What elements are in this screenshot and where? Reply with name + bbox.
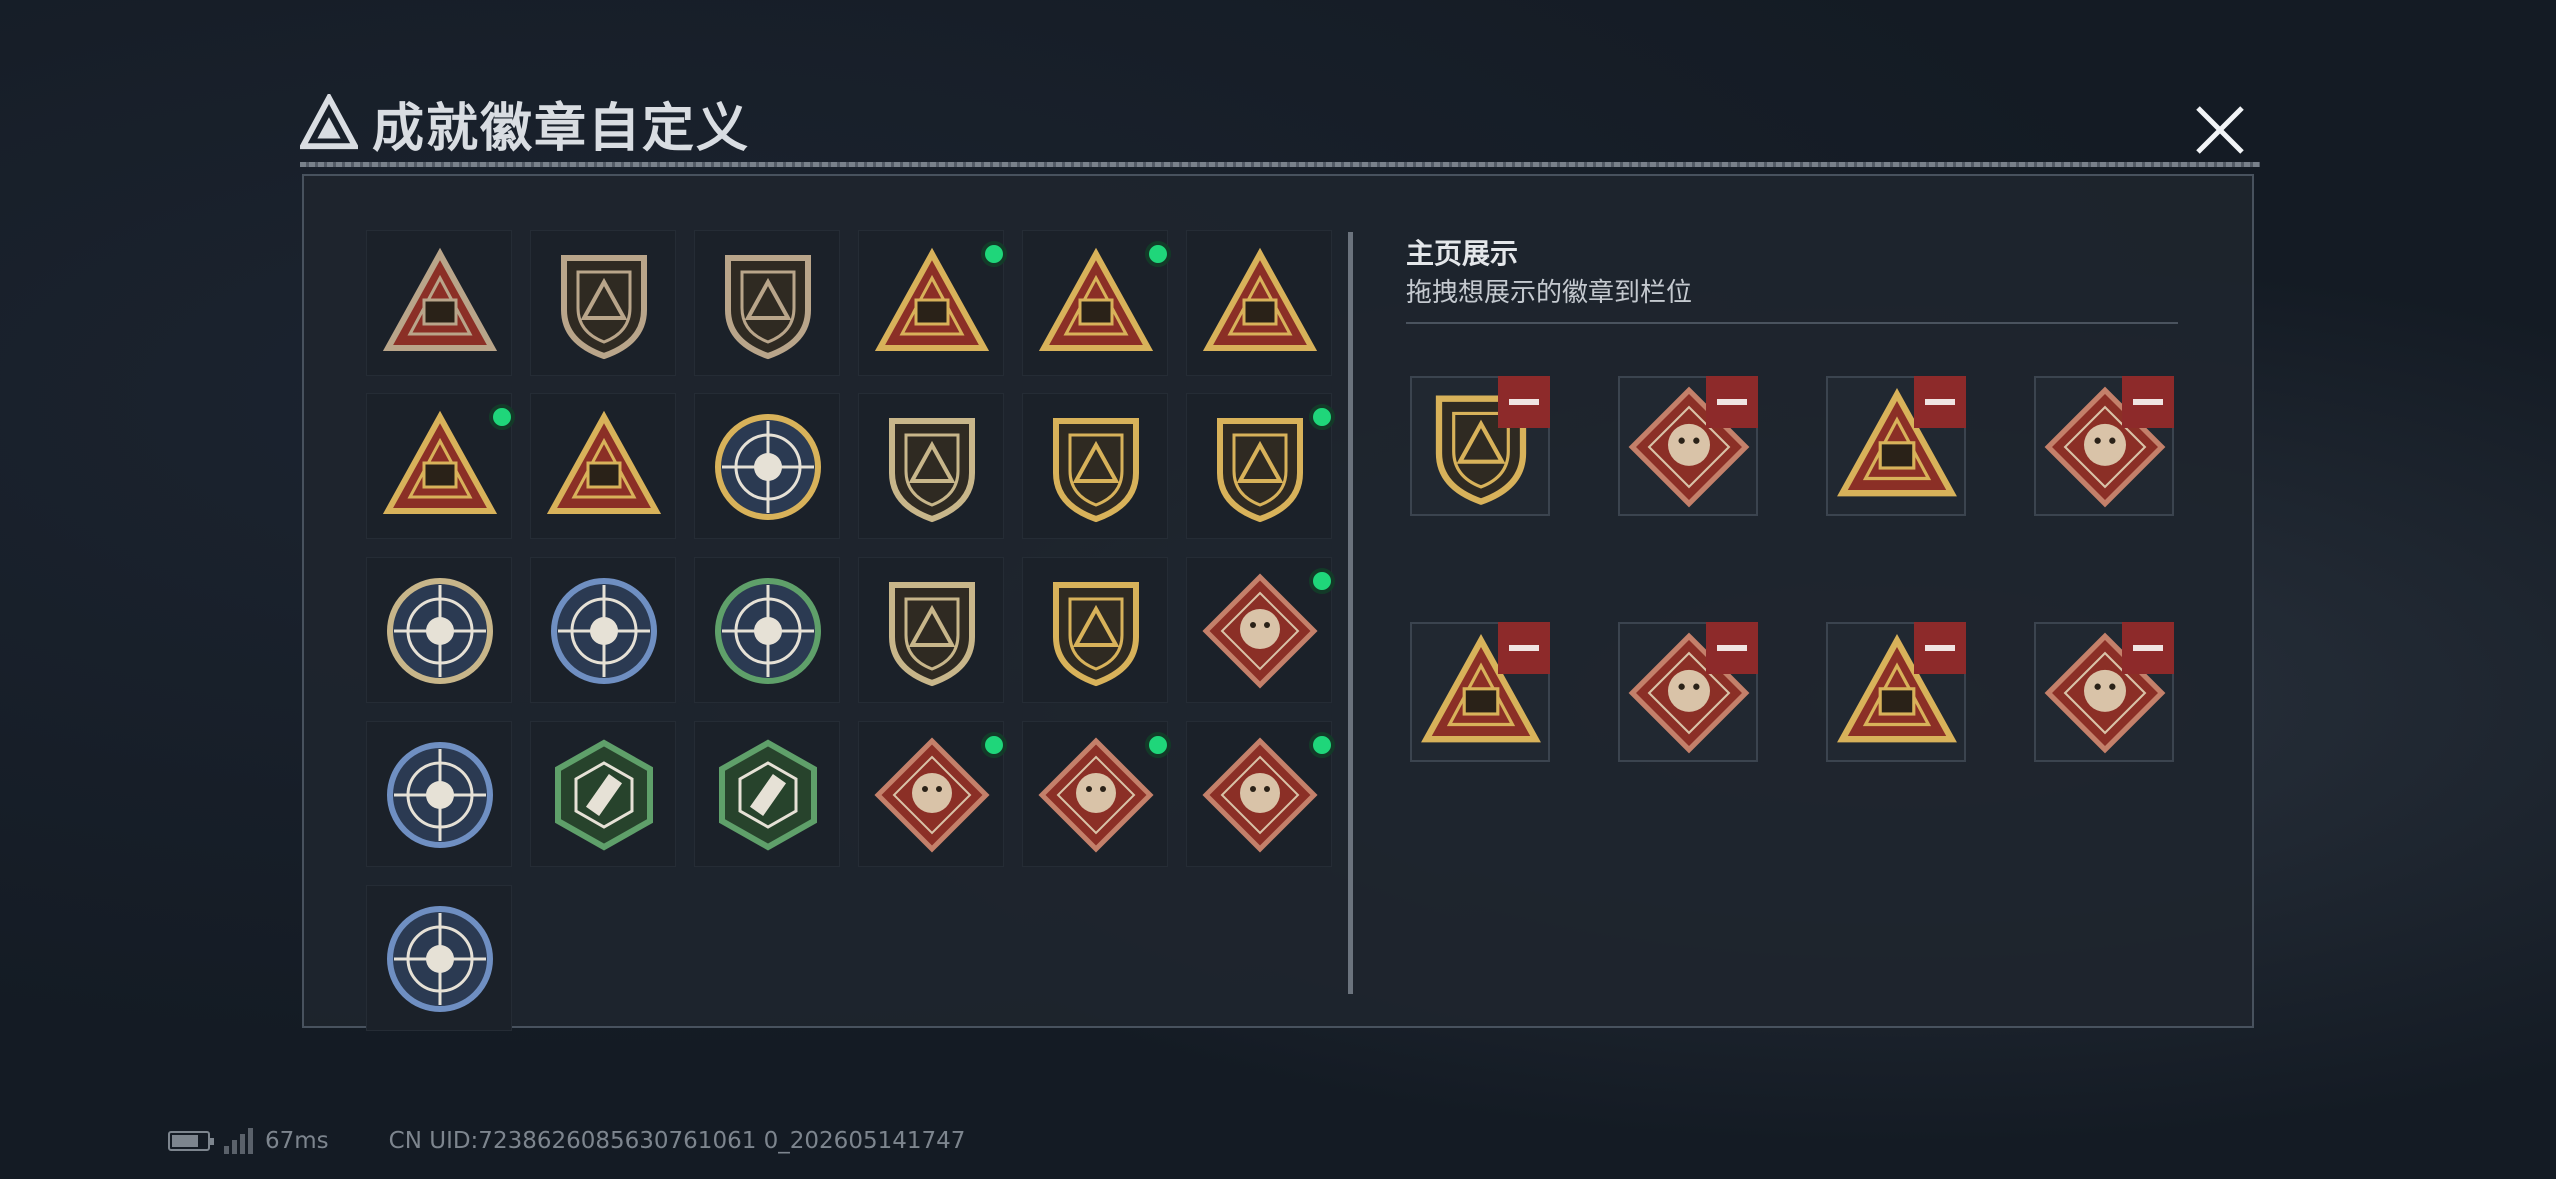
page-title: 成就徽章自定义	[372, 98, 751, 159]
new-indicator-dot	[1309, 404, 1335, 430]
badge-tile[interactable]	[1022, 393, 1168, 539]
badge-tile[interactable]	[366, 393, 515, 539]
showcase-slot[interactable]	[1618, 376, 1758, 516]
squad-triangle-badge-icon	[546, 410, 662, 514]
soldier-crosshair-badge-icon	[387, 578, 493, 684]
sniper-shield-badge-icon	[1053, 582, 1139, 687]
s8-season-triangle-badge-icon	[1038, 247, 1154, 351]
remove-badge-button[interactable]	[1498, 376, 1550, 428]
badge-tile[interactable]	[1186, 393, 1335, 539]
badge-tile[interactable]	[694, 721, 840, 867]
remove-badge-button[interactable]	[1914, 622, 1966, 674]
panel-divider	[1348, 232, 1353, 994]
remove-badge-button[interactable]	[1706, 622, 1758, 674]
showcase-subtitle: 拖拽想展示的徽章到栏位	[1406, 278, 1693, 308]
badge-tile[interactable]	[858, 557, 1004, 703]
helicopter-shield-badge-icon	[561, 255, 647, 360]
wasp-hexagon-badge-icon	[555, 739, 653, 851]
wolf-diamond-badge-icon	[1202, 573, 1318, 689]
remove-badge-button[interactable]	[1706, 376, 1758, 428]
showcase-slot[interactable]	[1826, 376, 1966, 516]
badge-tile[interactable]	[530, 230, 676, 376]
showcase-slot[interactable]	[1410, 622, 1550, 762]
new-indicator-dot	[1309, 732, 1335, 758]
rifle-shield-badge-icon	[889, 582, 975, 687]
badge-tile[interactable]	[858, 721, 1007, 867]
badge-tile[interactable]	[366, 557, 512, 703]
badge-tile[interactable]	[530, 557, 676, 703]
number-one-triangle-badge-icon	[1202, 247, 1318, 351]
title-bar: 成就徽章自定义	[300, 88, 751, 159]
showcase-slot[interactable]	[1410, 376, 1550, 516]
new-indicator-dot	[489, 404, 515, 430]
showcase-slot[interactable]	[2034, 622, 2174, 762]
remove-badge-button[interactable]	[2122, 622, 2174, 674]
badge-tile[interactable]	[858, 393, 1004, 539]
new-indicator-dot	[1145, 732, 1171, 758]
ping-text: 67ms	[265, 1128, 329, 1154]
new-indicator-dot	[1309, 568, 1335, 594]
close-icon	[2196, 106, 2244, 154]
new-indicator-dot	[1145, 241, 1171, 267]
s4-season-triangle-badge-icon	[874, 247, 990, 351]
dragon-diamond-badge-icon	[1038, 737, 1154, 853]
badge-tile[interactable]	[858, 230, 1007, 376]
remove-badge-button[interactable]	[1914, 376, 1966, 428]
runner-diamond-badge-icon	[1202, 737, 1318, 853]
eagle-round-badge-icon	[387, 742, 493, 848]
delta-logo-icon	[300, 94, 358, 150]
gem-shield-badge-icon	[1217, 418, 1303, 523]
badge-tile[interactable]	[694, 393, 840, 539]
rifle-crosshair-green-badge-icon	[715, 578, 821, 684]
showcase-divider	[1406, 322, 2178, 324]
signal-icon	[224, 1128, 253, 1154]
operator-triangle-badge-icon	[382, 410, 498, 514]
badge-tile[interactable]	[1186, 230, 1332, 376]
showcase-slot[interactable]	[1618, 622, 1758, 762]
badge-tile[interactable]	[530, 721, 676, 867]
battery-icon	[168, 1131, 214, 1151]
badge-tile[interactable]	[366, 721, 512, 867]
badge-tile[interactable]	[1186, 557, 1335, 703]
badge-tile[interactable]	[366, 885, 512, 1031]
uid-text: CN UID:7238626085630761061 0_20260514174…	[388, 1128, 966, 1154]
diamond-shield-badge-icon	[725, 255, 811, 360]
badge-tile[interactable]	[1022, 557, 1168, 703]
remove-badge-button[interactable]	[1498, 622, 1550, 674]
knife-hexagon-badge-icon	[719, 739, 817, 851]
badge-tile[interactable]	[694, 557, 840, 703]
showcase-slot[interactable]	[1826, 622, 1966, 762]
star-medal-badge-icon	[715, 414, 821, 520]
lynx-round-badge-icon	[387, 906, 493, 1012]
badge-tile[interactable]	[694, 230, 840, 376]
new-indicator-dot	[981, 732, 1007, 758]
close-button[interactable]	[2190, 100, 2250, 160]
dragon-diamond-badge-icon	[874, 737, 990, 853]
shield-triangle-emblem-badge-icon	[382, 247, 498, 351]
badge-tile[interactable]	[530, 393, 676, 539]
badge-tile[interactable]	[1186, 721, 1335, 867]
chevron-shield-badge-icon	[889, 418, 975, 523]
rifle-crosshair-blue-badge-icon	[551, 578, 657, 684]
showcase-title: 主页展示	[1406, 237, 1519, 270]
badge-tile[interactable]	[366, 230, 512, 376]
title-divider	[300, 162, 2260, 167]
showcase-slot[interactable]	[2034, 376, 2174, 516]
remove-badge-button[interactable]	[2122, 376, 2174, 428]
badge-customize-screen: { "title": "成就徽章自定义", "right_panel": { "…	[0, 0, 2556, 1179]
status-bar: 67ms CN UID:7238626085630761061 0_202605…	[168, 1128, 965, 1154]
new-indicator-dot	[981, 241, 1007, 267]
winged-shield-badge-icon	[1053, 418, 1139, 523]
badge-tile[interactable]	[1022, 721, 1171, 867]
badge-tile[interactable]	[1022, 230, 1171, 376]
